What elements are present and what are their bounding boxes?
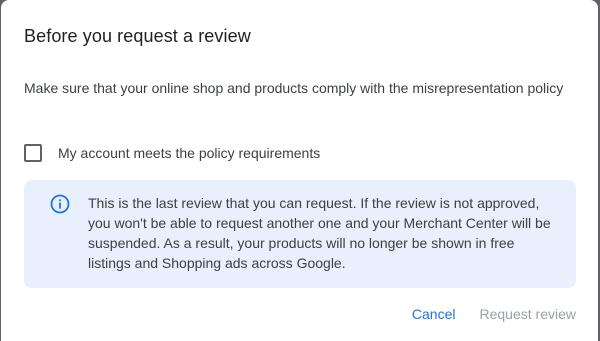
request-review-dialog: Before you request a review Make sure th… <box>1 0 598 341</box>
request-review-button[interactable]: Request review <box>480 306 577 322</box>
policy-checkbox[interactable] <box>24 144 42 162</box>
dialog-title: Before you request a review <box>24 26 251 46</box>
warning-info-box: This is the last review that you can req… <box>24 180 576 288</box>
dialog-actions: Cancel Request review <box>412 306 576 322</box>
policy-checkbox-label[interactable]: My account meets the policy requirements <box>58 145 320 161</box>
dialog-description: Make sure that your online shop and prod… <box>24 80 564 96</box>
cancel-button[interactable]: Cancel <box>412 306 456 322</box>
info-icon <box>50 194 70 214</box>
warning-text: This is the last review that you can req… <box>88 195 551 271</box>
policy-checkbox-row[interactable]: My account meets the policy requirements <box>24 144 320 162</box>
